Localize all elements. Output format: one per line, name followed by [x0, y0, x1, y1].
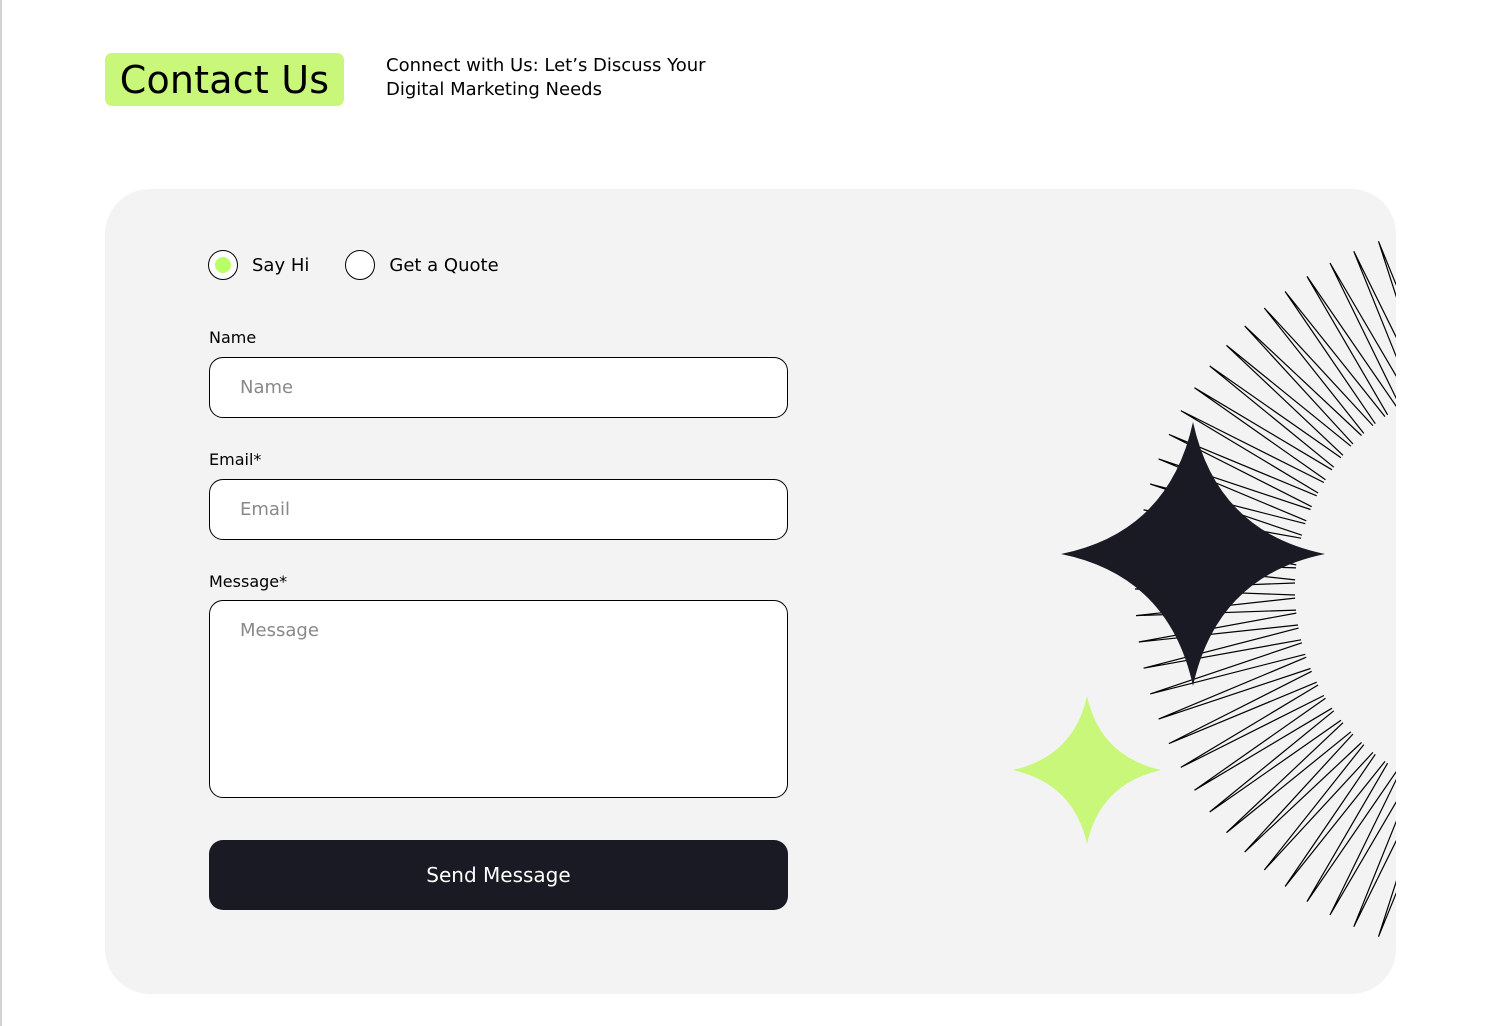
- sunburst-spike: [1244, 733, 1362, 853]
- sunburst-spike: [1329, 262, 1396, 400]
- sunburst-spike: [1263, 307, 1374, 434]
- sunburst-spike: [1194, 697, 1333, 791]
- sunburst-spike: [1306, 276, 1396, 416]
- page-title: Contact Us: [119, 57, 330, 102]
- dark-sparkle-star-icon: [1061, 422, 1325, 686]
- sunburst-spike: [1209, 710, 1342, 813]
- page-left-border: [0, 0, 2, 1026]
- sunburst-spike: [1244, 325, 1362, 445]
- sunburst-spike: [1306, 762, 1396, 902]
- sunburst-spike: [1263, 744, 1374, 871]
- sunburst-spike: [1329, 778, 1396, 916]
- sunburst-spike: [1226, 344, 1352, 456]
- sunburst-spike: [1284, 753, 1386, 887]
- page-subtitle: Connect with Us: Let’s Discuss Your Digi…: [386, 55, 706, 100]
- contact-form-card: Say Hi Get a Quote Name Email* Message* …: [105, 189, 1396, 994]
- sunburst-spike: [1194, 387, 1333, 481]
- sunburst-spike: [1226, 722, 1352, 834]
- sunburst-spike: [1284, 291, 1386, 425]
- green-sparkle-star-icon: [1013, 696, 1161, 844]
- sunburst-spike: [1168, 670, 1317, 745]
- sunburst-spike: [1143, 627, 1302, 669]
- sunburst-spike: [1209, 365, 1342, 468]
- page-title-badge: Contact Us: [105, 53, 344, 106]
- decorative-illustration: [1013, 241, 1396, 937]
